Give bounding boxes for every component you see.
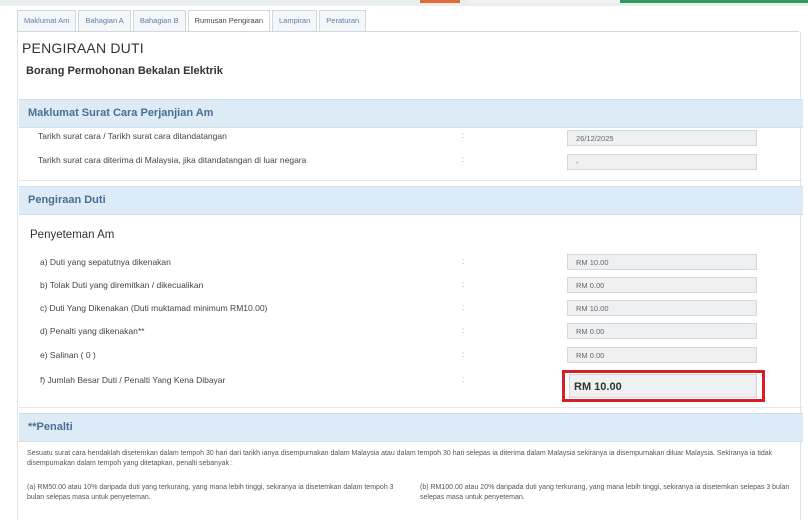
row-label-d: d) Penalti yang dikenakan** <box>40 326 145 336</box>
row-label-a: a) Duti yang sepatutnya dikenakan <box>40 257 171 267</box>
section-title-penalti: **Penalti <box>28 421 73 433</box>
brand-stripe-light <box>470 0 620 3</box>
total-highlight-box <box>562 370 765 402</box>
page-title: PENGIRAAN DUTI <box>22 40 144 56</box>
penalti-item-b: (b) RM100.00 atau 20% daripada duti yang… <box>420 484 790 501</box>
section-header-maklumat: Maklumat Surat Cara Perjanjian Am <box>19 99 803 128</box>
tab-bahagian-a[interactable]: Bahagian A <box>78 10 131 31</box>
row-label-e: e) Salinan ( 0 ) <box>40 350 96 360</box>
salinan-field[interactable]: RM 0.00 <box>567 347 757 363</box>
divider <box>19 180 803 181</box>
tab-bahagian-b[interactable]: Bahagian B <box>132 10 186 31</box>
colon: : <box>462 131 465 140</box>
brand-stripe-orange <box>420 0 460 3</box>
row-label-c: c) Duti Yang Dikenakan (Duti muktamad mi… <box>40 303 268 313</box>
section-header-pengiraan: Pengiraan Duti <box>19 186 803 215</box>
tab-bar: Maklumat Am Bahagian A Bahagian B Rumusa… <box>17 10 368 32</box>
duti-sepatutnya-field[interactable]: RM 10.00 <box>567 254 757 270</box>
row-label-tarikh-diterima: Tarikh surat cara diterima di Malaysia, … <box>38 155 307 165</box>
top-strip <box>0 0 808 6</box>
penalti-item-a: (a) RM50.00 atau 10% daripada duti yang … <box>27 484 394 501</box>
colon: : <box>462 303 465 312</box>
duti-dikenakan-field[interactable]: RM 10.00 <box>567 300 757 316</box>
row-label-f: f) Jumlah Besar Duti / Penalti Yang Kena… <box>40 375 226 385</box>
tarikh-surat-cara-field[interactable]: 26/12/2025 <box>567 130 757 146</box>
tolak-duti-field[interactable]: RM 0.00 <box>567 277 757 293</box>
subsection-title: Penyeteman Am <box>30 229 115 241</box>
row-label-b: b) Tolak Duti yang diremitkan / dikecual… <box>40 280 204 290</box>
section-title-pengiraan: Pengiraan Duti <box>28 194 106 206</box>
penalti-field[interactable]: RM 0.00 <box>567 323 757 339</box>
penalti-intro: Sesuatu surat cara hendaklah disetemkan … <box>27 450 773 467</box>
tab-peraturan[interactable]: Peraturan <box>319 10 367 31</box>
tarikh-diterima-field[interactable]: - <box>567 154 757 170</box>
colon: : <box>462 326 465 335</box>
row-label-tarikh-surat-cara: Tarikh surat cara / Tarikh surat cara di… <box>38 131 227 141</box>
divider <box>19 407 803 408</box>
form-title: Borang Permohonan Bekalan Elektrik <box>26 65 223 77</box>
colon: : <box>462 375 465 384</box>
section-title-maklumat: Maklumat Surat Cara Perjanjian Am <box>28 107 214 119</box>
colon: : <box>462 257 465 266</box>
tab-rumusan-pengiraan[interactable]: Rumusan Pengiraan <box>187 10 270 32</box>
section-header-penalti: **Penalti <box>19 413 803 442</box>
colon: : <box>462 155 465 164</box>
brand-stripe-green <box>620 0 808 3</box>
tab-maklumat-am[interactable]: Maklumat Am <box>17 10 77 31</box>
colon: : <box>462 280 465 289</box>
tab-lampiran[interactable]: Lampiran <box>272 10 318 31</box>
colon: : <box>462 350 465 359</box>
